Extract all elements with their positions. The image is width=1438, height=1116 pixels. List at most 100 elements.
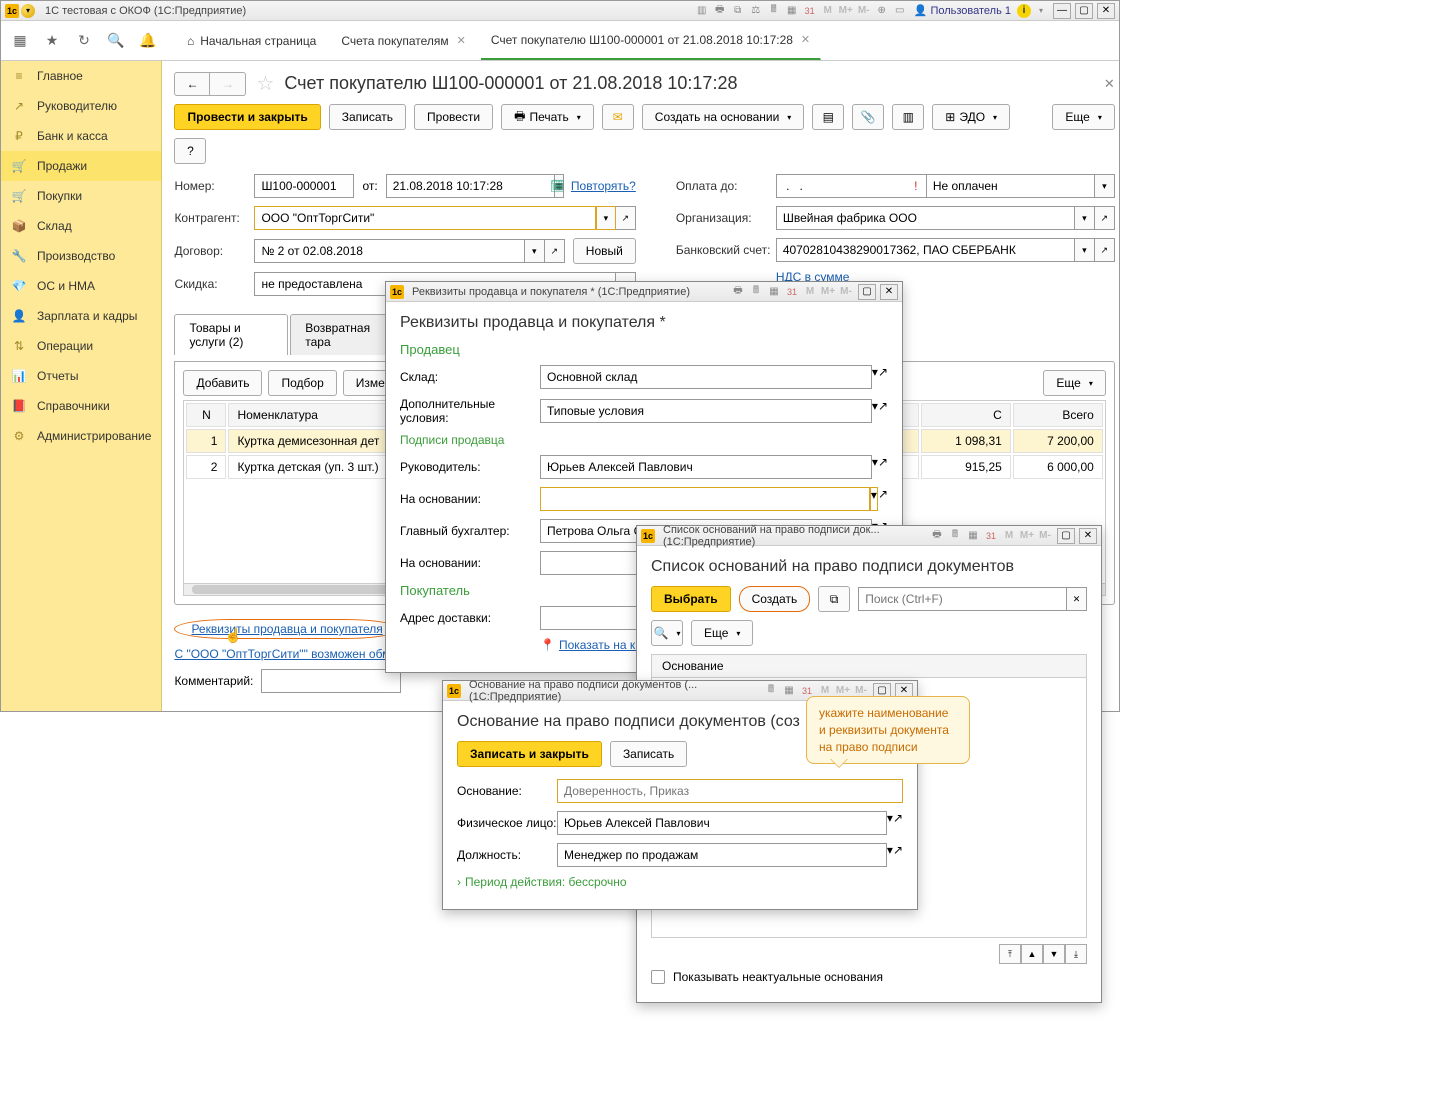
sidebar-item-main[interactable]: ≡Главное <box>1 61 161 91</box>
tab-current-doc[interactable]: Счет покупателю Ш100-000001 от 21.08.201… <box>481 21 821 60</box>
zoom-icon[interactable]: ⊕ <box>874 3 890 19</box>
save-and-close-button[interactable]: Записать и закрыть <box>457 741 602 767</box>
m-plus-icon[interactable]: M+ <box>1019 528 1035 544</box>
col-c[interactable]: С <box>921 403 1011 427</box>
tab-goods[interactable]: Товары и услуги (2) <box>174 314 288 355</box>
search-icon[interactable]: 🔍 <box>103 28 129 54</box>
dropdown-icon[interactable]: ▾ <box>1095 174 1115 198</box>
sidebar-item-warehouse[interactable]: 📦Склад <box>1 211 161 241</box>
repeat-icon[interactable]: 🗓 <box>550 179 565 193</box>
pick-button[interactable]: Подбор <box>268 370 336 396</box>
nav-back-button[interactable]: ← <box>174 72 210 96</box>
m-minus-icon[interactable]: M- <box>838 284 854 300</box>
calendar-icon[interactable]: ▦ <box>965 528 981 544</box>
show-irrelevant-checkbox[interactable] <box>651 970 665 984</box>
comment-input[interactable] <box>261 669 401 693</box>
open-icon[interactable]: ↗ <box>893 811 903 835</box>
open-icon[interactable]: ↗ <box>878 365 888 389</box>
create-button[interactable]: Создать <box>739 586 811 612</box>
sidebar-item-reports[interactable]: 📊Отчеты <box>1 361 161 391</box>
structure-button[interactable]: ▤ <box>812 104 844 130</box>
apps-icon[interactable]: ▦ <box>7 28 33 54</box>
bell-icon[interactable]: 🔔 <box>135 28 161 54</box>
maximize-button[interactable]: ▢ <box>1075 3 1093 19</box>
dropdown-icon[interactable]: ▾ <box>525 239 545 263</box>
sidebar-item-assets[interactable]: 💎ОС и НМА <box>1 271 161 301</box>
list-button[interactable]: ▥ <box>892 104 924 130</box>
bankacc-input[interactable] <box>776 238 1075 262</box>
open-icon[interactable]: ↗ <box>1095 238 1115 262</box>
m-icon[interactable]: M <box>802 284 818 300</box>
m-icon[interactable]: M <box>1001 528 1017 544</box>
person-input[interactable] <box>557 811 887 835</box>
search-input[interactable] <box>858 587 1067 611</box>
print-icon[interactable]: 🖶 <box>730 284 746 300</box>
contract-input[interactable] <box>254 239 524 263</box>
number-input[interactable] <box>254 174 354 198</box>
save-button[interactable]: Записать <box>329 104 406 130</box>
repeat-link[interactable]: Повторять? <box>571 179 636 193</box>
period-collapse-link[interactable]: › Период действия: бессрочно <box>457 875 627 889</box>
conditions-input[interactable] <box>540 399 872 423</box>
open-icon[interactable]: ↗ <box>878 455 888 479</box>
manager-input[interactable] <box>540 455 872 479</box>
m-icon[interactable]: M <box>820 3 836 19</box>
doc-close-icon[interactable]: ✕ <box>1104 76 1115 92</box>
dropdown-icon[interactable]: ▾ <box>1075 238 1095 262</box>
info-caret-icon[interactable]: ▾ <box>1033 3 1049 19</box>
sidebar-item-hr[interactable]: 👤Зарплата и кадры <box>1 301 161 331</box>
date-icon[interactable]: 31 <box>983 528 999 544</box>
m-minus-icon[interactable]: M- <box>1037 528 1053 544</box>
sidebar-item-catalogs[interactable]: 📕Справочники <box>1 391 161 421</box>
close-button[interactable]: ✕ <box>880 284 898 300</box>
calendar-icon[interactable]: ▦ <box>781 683 797 699</box>
sidebar-item-bank[interactable]: ₽Банк и касса <box>1 121 161 151</box>
maximize-button[interactable]: ▢ <box>858 284 876 300</box>
list-down-icon[interactable]: ▼ <box>1043 944 1065 964</box>
dropdown-icon[interactable]: ▾ <box>870 487 878 511</box>
print-icon[interactable]: 🖶 <box>929 528 945 544</box>
more-button[interactable]: Еще▾ <box>1052 104 1114 130</box>
col-total[interactable]: Всего <box>1013 403 1103 427</box>
sidebar-item-manager[interactable]: ↗Руководителю <box>1 91 161 121</box>
search-go-button[interactable]: 🔍▾ <box>651 620 683 646</box>
post-button[interactable]: Провести <box>414 104 493 130</box>
open-icon[interactable]: ↗ <box>878 487 888 511</box>
clear-search-icon[interactable]: ✕ <box>1067 587 1087 611</box>
col-n[interactable]: N <box>186 403 226 427</box>
book-icon[interactable]: ▭ <box>892 3 908 19</box>
print-icon[interactable]: 🖶 <box>712 3 728 19</box>
sidebar-item-production[interactable]: 🔧Производство <box>1 241 161 271</box>
list-up-icon[interactable]: ▲ <box>1021 944 1043 964</box>
nav-forward-button[interactable]: → <box>210 72 246 96</box>
position-input[interactable] <box>557 843 887 867</box>
m-plus-icon[interactable]: M+ <box>838 3 854 19</box>
date-icon[interactable]: 31 <box>802 3 818 19</box>
create-based-button[interactable]: Создать на основании▾ <box>642 104 805 130</box>
basis-input[interactable] <box>540 487 870 511</box>
new-contract-button[interactable]: Новый <box>573 238 636 264</box>
post-and-close-button[interactable]: Провести и закрыть <box>174 104 320 130</box>
favorite-star-icon[interactable]: ☆ <box>256 71 274 96</box>
calc-icon[interactable]: 🖩 <box>947 528 963 544</box>
calendar-icon[interactable]: ▦ <box>766 284 782 300</box>
seller-buyer-details-link[interactable]: Реквизиты продавца и покупателя <box>191 622 382 636</box>
open-icon[interactable]: ↗ <box>878 399 888 423</box>
minimize-button[interactable]: — <box>1053 3 1071 19</box>
compare-icon[interactable]: ⚖ <box>748 3 764 19</box>
close-button[interactable]: ✕ <box>1079 528 1097 544</box>
save-button[interactable]: Записать <box>610 741 687 767</box>
sidebar-item-purchases[interactable]: 🛒Покупки <box>1 181 161 211</box>
copy-button[interactable]: ⧉ <box>818 586 850 612</box>
preview-icon[interactable]: ▥ <box>694 3 710 19</box>
tab-close-icon[interactable]: ✕ <box>457 34 466 47</box>
list-col-basis[interactable]: Основание <box>651 654 1087 678</box>
copy-icon[interactable]: ⧉ <box>730 3 746 19</box>
open-icon[interactable]: ↗ <box>893 843 903 867</box>
list-top-icon[interactable]: ⤒ <box>999 944 1021 964</box>
more-button[interactable]: Еще▾ <box>691 620 753 646</box>
payment-status-input[interactable] <box>926 174 1095 198</box>
history-icon[interactable]: ↻ <box>71 28 97 54</box>
edo-button[interactable]: ⊞ЭДО▾ <box>932 104 1010 130</box>
open-icon[interactable]: ↗ <box>545 239 565 263</box>
